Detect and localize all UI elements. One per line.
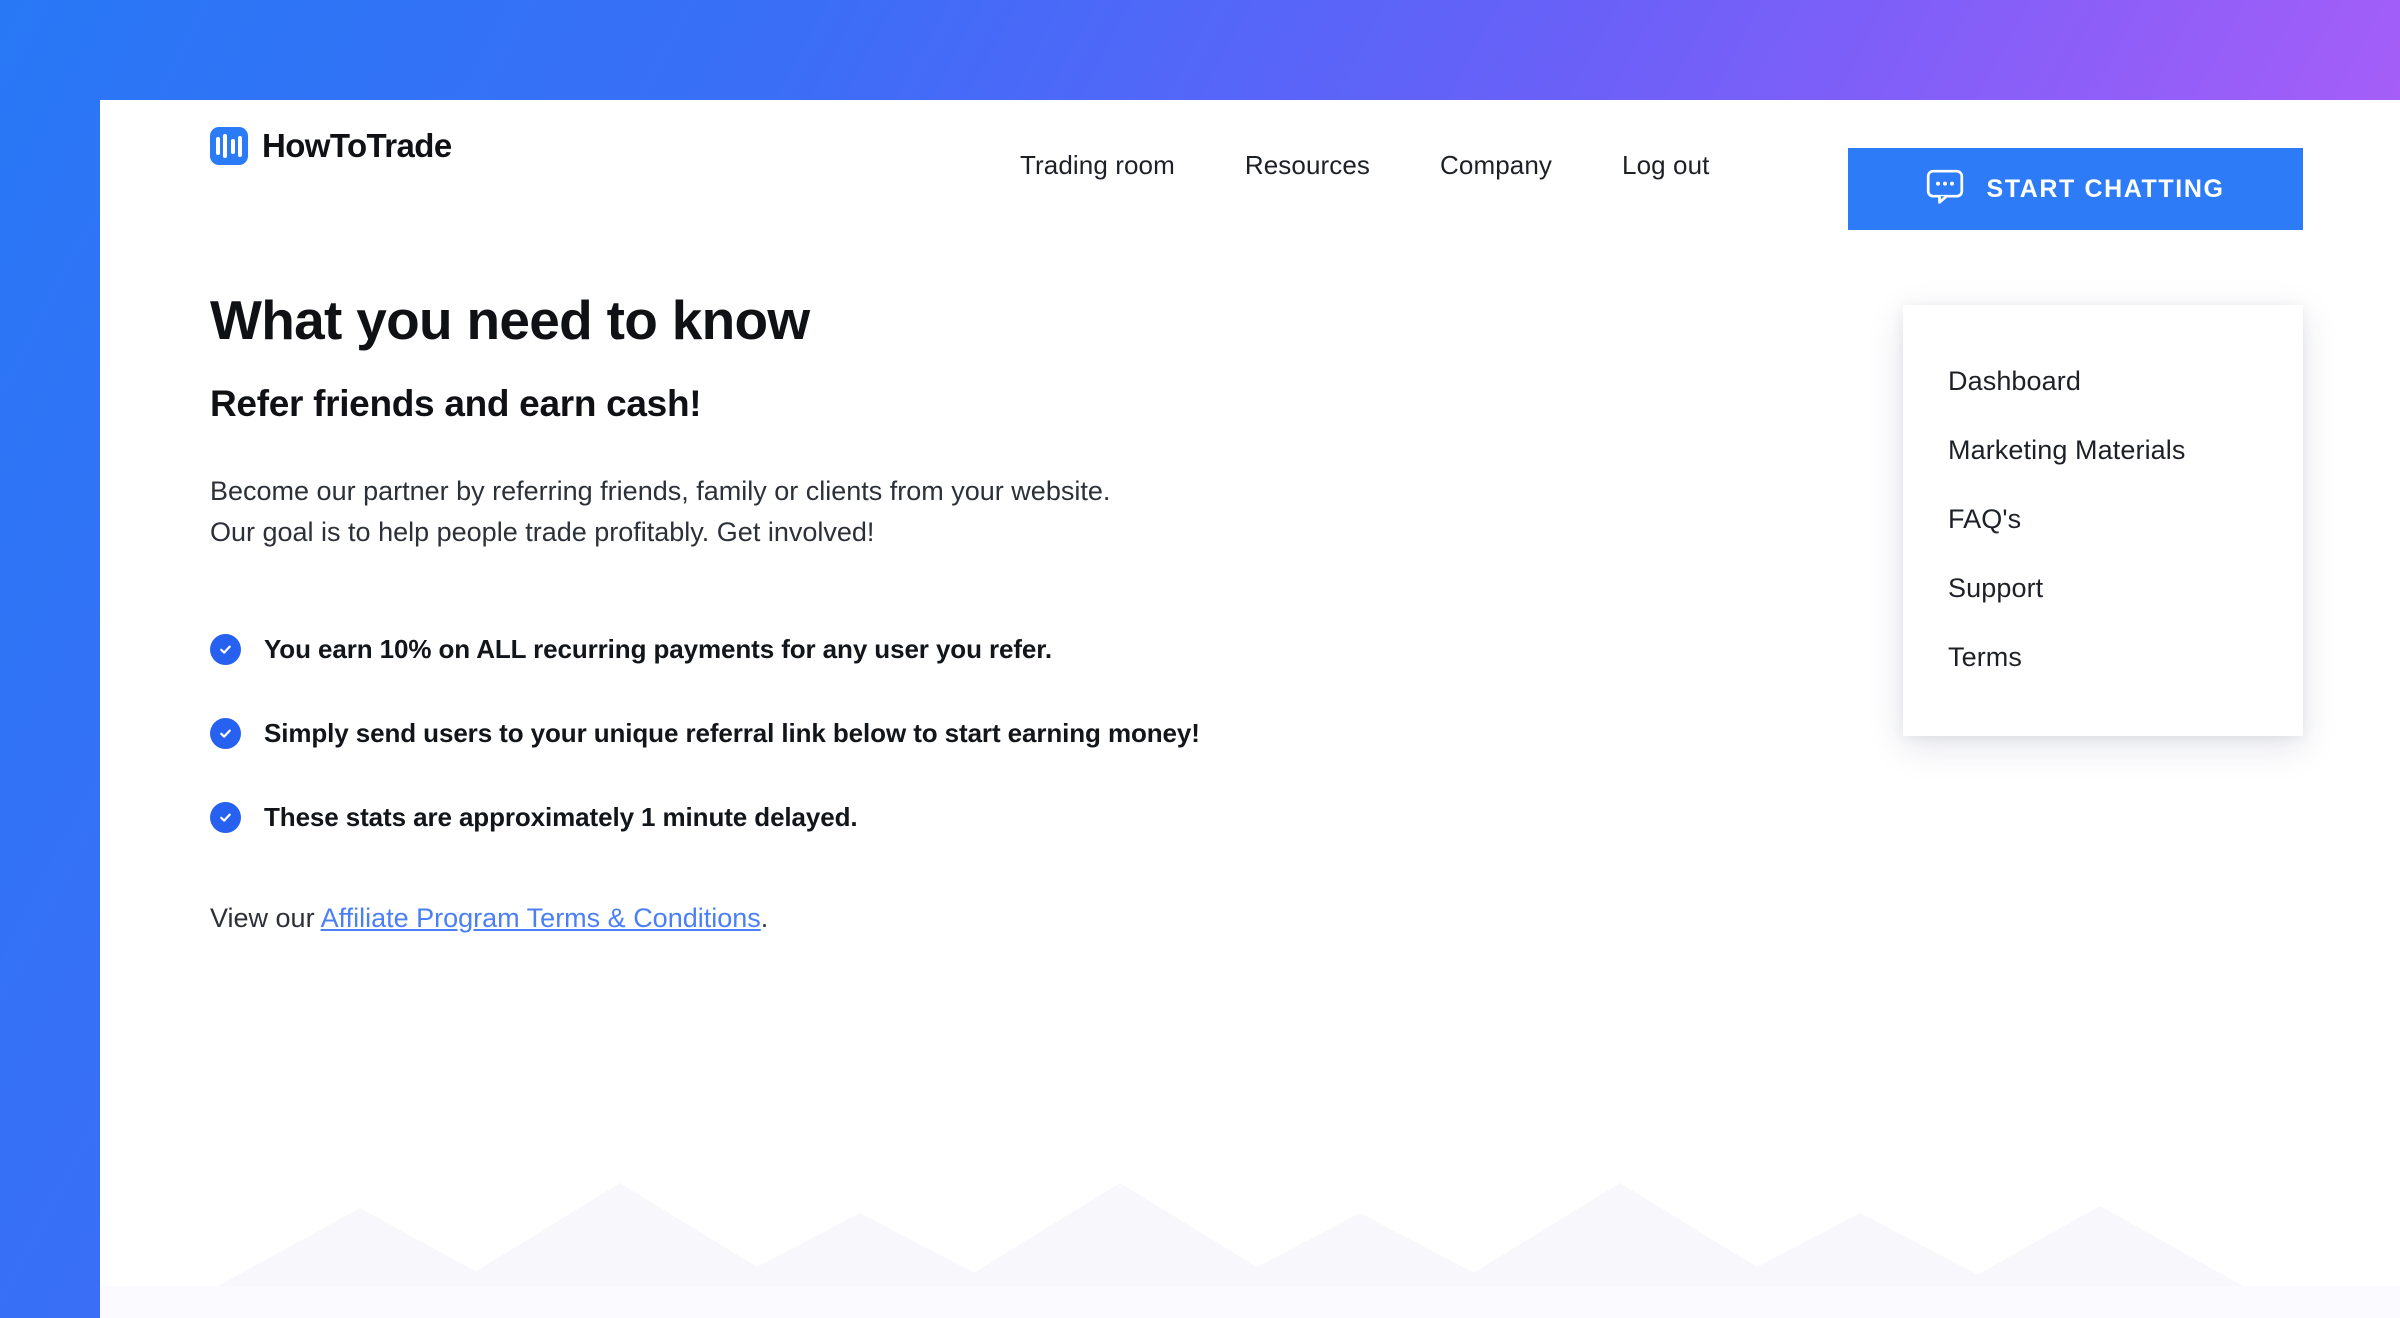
bar-chart-icon <box>210 127 248 165</box>
terms-note-suffix: . <box>760 903 769 934</box>
check-circle-icon <box>210 802 241 834</box>
start-chatting-button[interactable]: START CHATTING <box>1848 148 2303 230</box>
list-item-label: Simply send users to your unique referra… <box>264 718 1200 749</box>
dropdown-item-support[interactable]: Support <box>1903 554 2303 623</box>
main-content: What you need to know Refer friends and … <box>210 290 1910 934</box>
benefits-list: You earn 10% on ALL recurring payments f… <box>210 634 1910 834</box>
dropdown-item-faqs[interactable]: FAQ's <box>1903 485 2303 554</box>
chat-bubble-icon <box>1926 169 1964 210</box>
page-title: What you need to know <box>210 289 810 351</box>
dropdown-item-dashboard[interactable]: Dashboard <box>1903 347 2303 416</box>
terms-note: View our Affiliate Program Terms & Condi… <box>210 903 1910 934</box>
check-circle-icon <box>210 634 241 666</box>
decorative-mountain-pattern <box>100 1183 2400 1318</box>
list-item: Simply send users to your unique referra… <box>210 718 1910 750</box>
nav-item-trading-room[interactable]: Trading room <box>1020 150 1175 181</box>
list-item-label: These stats are approximately 1 minute d… <box>264 802 858 833</box>
list-item-label: You earn 10% on ALL recurring payments f… <box>264 634 1052 665</box>
intro-line-1: Become our partner by referring friends,… <box>210 476 1111 507</box>
page-subtitle: Refer friends and earn cash! <box>210 382 702 424</box>
nav-item-company[interactable]: Company <box>1440 150 1552 181</box>
nav-item-log-out[interactable]: Log out <box>1622 150 1709 181</box>
intro-line-2: Our goal is to help people trade profita… <box>210 516 875 547</box>
check-circle-icon <box>210 718 241 750</box>
dropdown-item-terms[interactable]: Terms <box>1903 623 2303 692</box>
nav-item-resources[interactable]: Resources <box>1245 150 1370 181</box>
main-navigation: Trading room Resources Company Log out <box>1020 100 1709 230</box>
logo-text: HowToTrade <box>262 127 452 164</box>
terms-note-prefix: View our <box>210 903 321 934</box>
list-item: You earn 10% on ALL recurring payments f… <box>210 634 1910 666</box>
list-item: These stats are approximately 1 minute d… <box>210 802 1910 834</box>
start-chatting-label: START CHATTING <box>1986 174 2225 203</box>
intro-paragraph: Become our partner by referring friends,… <box>210 471 1910 552</box>
logo[interactable]: HowToTrade <box>210 127 452 165</box>
affiliate-terms-link[interactable]: Affiliate Program Terms & Conditions <box>321 903 761 933</box>
account-dropdown-menu: Dashboard Marketing Materials FAQ's Supp… <box>1903 305 2303 736</box>
dropdown-item-marketing-materials[interactable]: Marketing Materials <box>1903 416 2303 485</box>
